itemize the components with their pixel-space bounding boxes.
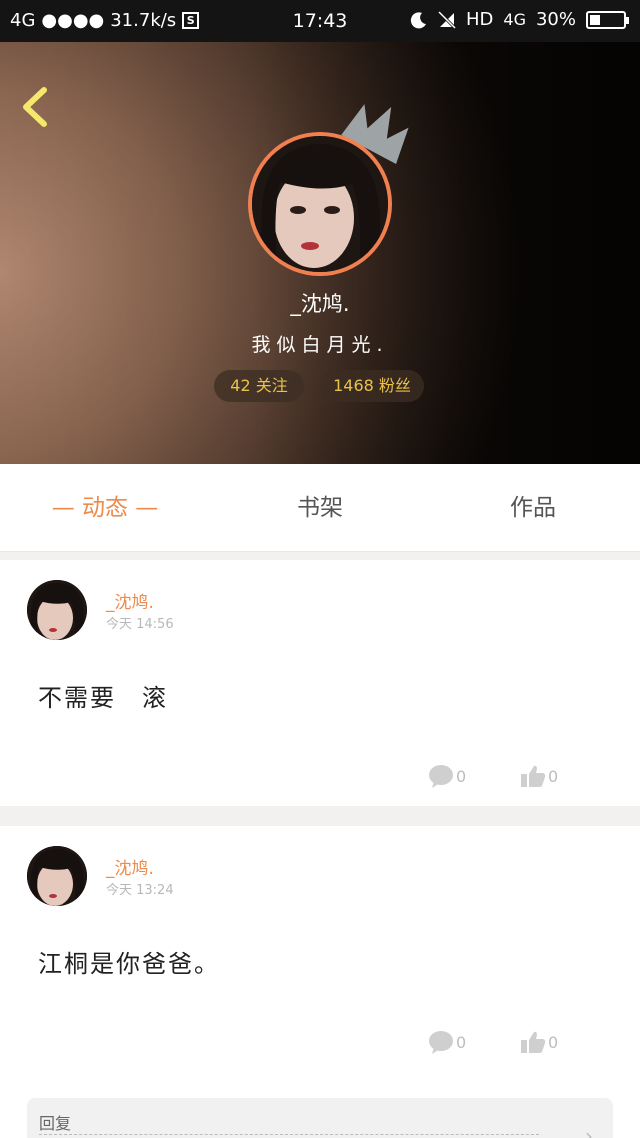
comment-count: 0 (456, 1032, 467, 1052)
thumbs-up-icon (521, 1031, 546, 1053)
avatar-image (252, 136, 388, 272)
network-right-label: 4G (503, 10, 526, 29)
tab-bookshelf[interactable]: 书架 (250, 464, 390, 552)
profile-header: _沈鸠. 我似白月光. 42 关注 1468 粉丝 (0, 42, 640, 464)
like-count: 0 (548, 766, 559, 786)
post-card: _沈鸠. 今天 13:24 江桐是你爸爸。 0 0 回复 › (0, 826, 640, 1138)
status-bar: 4G ●●●● 31.7k/s S 17:43 HD 4G 30% (0, 0, 640, 42)
fans-count-chip[interactable]: 1468 粉丝 (320, 370, 424, 402)
profile-nickname: _沈鸠. (290, 292, 350, 316)
like-button[interactable]: 0 (520, 1028, 558, 1056)
post-content: 江桐是你爸爸。 (38, 950, 220, 978)
hd-label: HD (466, 9, 494, 30)
comment-count: 0 (456, 766, 467, 786)
post-author[interactable]: _沈鸠. (106, 588, 154, 613)
profile-signature: 我似白月光. (251, 334, 389, 356)
like-count: 0 (548, 1032, 559, 1052)
like-button[interactable]: 0 (520, 762, 558, 790)
post-avatar[interactable] (27, 580, 87, 640)
comment-icon (429, 765, 453, 788)
post-content: 不需要 滚 (38, 684, 168, 712)
post-author[interactable]: _沈鸠. (106, 854, 154, 879)
reply-preview (39, 1134, 539, 1138)
battery-percent: 30% (535, 9, 576, 30)
post-timestamp: 今天 14:56 (106, 617, 174, 632)
profile-avatar[interactable] (248, 132, 392, 276)
tab-activity[interactable]: — 动态 — (30, 464, 180, 552)
back-button[interactable] (18, 84, 54, 130)
reply-label: 回复 (39, 1114, 72, 1133)
avatar-image (27, 846, 87, 906)
profile-tabs: — 动态 — 书架 作品 (0, 464, 640, 552)
comment-button[interactable]: 0 (428, 762, 466, 790)
back-arrow-icon (23, 87, 47, 127)
battery-icon (586, 10, 629, 29)
avatar-image (27, 580, 87, 640)
moon-icon (410, 11, 426, 28)
comment-button[interactable]: 0 (428, 1028, 466, 1056)
post-timestamp: 今天 13:24 (106, 883, 174, 898)
post-card: _沈鸠. 今天 14:56 不需要 滚 0 0 (0, 560, 640, 806)
no-signal-icon (438, 10, 456, 29)
tab-works[interactable]: 作品 (463, 464, 603, 552)
reply-section[interactable]: 回复 › (27, 1098, 613, 1138)
chevron-right-icon: › (585, 1124, 593, 1138)
thumbs-up-icon (521, 765, 546, 787)
comment-icon (429, 1031, 453, 1054)
follow-count-chip[interactable]: 42 关注 (214, 370, 304, 402)
post-avatar[interactable] (27, 846, 87, 906)
